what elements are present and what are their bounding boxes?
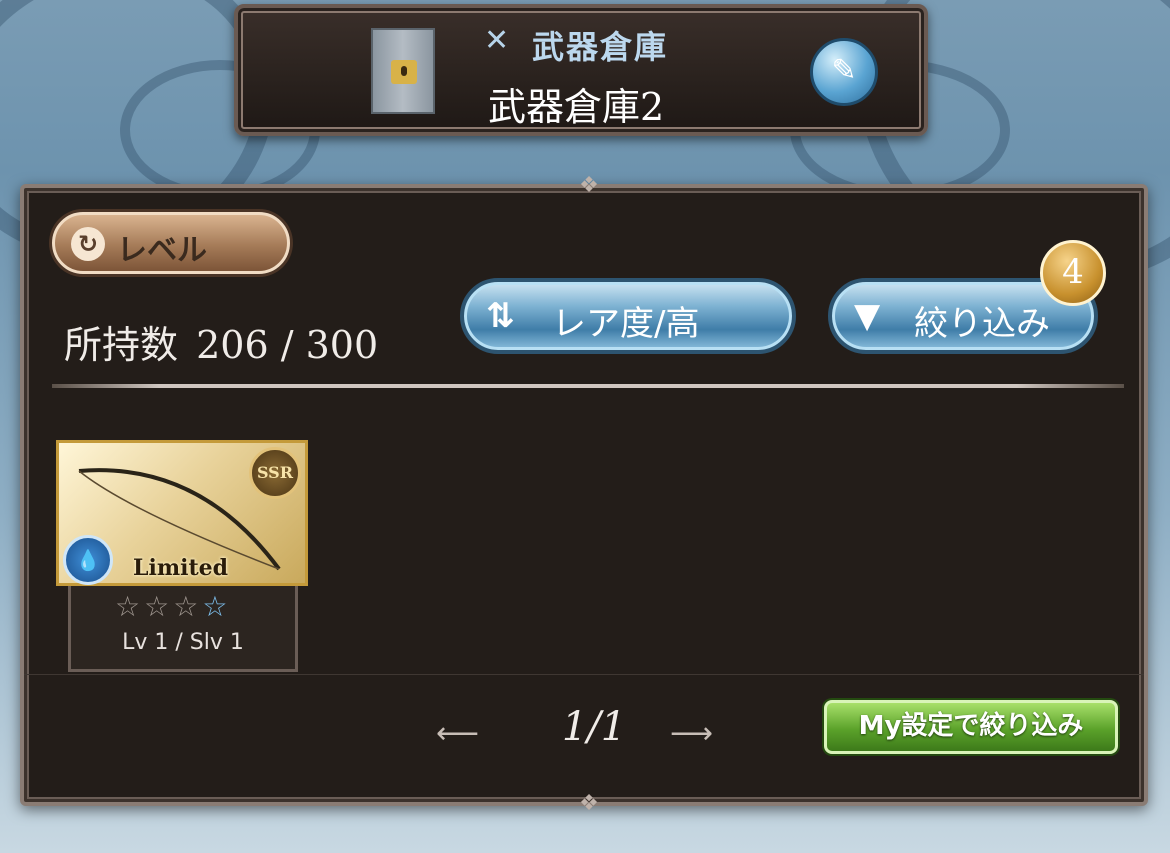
filter-button-label: 絞り込み [914,304,1050,344]
filter-count-badge: 4 [1040,240,1106,306]
ornament-top: ❖ [579,173,599,198]
weapon-list-panel: ❖ ↻ レベル 所持数 206 / 300 ⇅ レア度/高 ▼ 絞り込み 4 S… [20,175,1148,815]
divider [52,384,1124,388]
star-filled-icon: ☆ [202,590,232,623]
panel-separator [24,674,1144,675]
my-settings-filter-button[interactable]: My設定で絞り込み [824,700,1118,754]
sort-arrows-icon: ⇅ [486,296,515,336]
pencil-icon: ✎ [831,53,857,88]
owned-label: 所持数 [64,323,179,367]
water-element-icon: 💧 [63,535,113,585]
level-button-label: レベル [117,233,207,268]
rarity-badge: SSR [249,447,301,499]
header-subtitle: 武器倉庫 [532,28,669,66]
crossed-swords-icon: ✕ [484,23,510,58]
sort-button-label: レア度/高 [552,304,700,344]
star-rating: ☆☆☆☆ [115,590,231,623]
weapon-info: ☆☆☆☆ Lv 1 / Slv 1 [68,586,298,672]
weapon-card[interactable]: SSR 💧 Limited ☆☆☆☆ Lv 1 / Slv 1 [56,440,308,672]
sort-button[interactable]: ⇅ レア度/高 [460,278,796,354]
funnel-icon: ▼ [854,296,881,336]
star-empty-icon: ☆ [144,590,174,623]
level-sort-toggle-button[interactable]: ↻ レベル [52,212,290,274]
owned-value: 206 / 300 [196,323,379,367]
cycle-icon: ↻ [71,227,105,261]
weapon-art: SSR 💧 Limited [56,440,308,586]
page-indicator: 1/1 [561,704,627,750]
ornament-bottom: ❖ [579,791,599,816]
star-empty-icon: ☆ [173,590,203,623]
owned-count: 所持数 206 / 300 [58,314,378,369]
next-page-button[interactable]: ⟶ [670,716,713,751]
limited-tag: Limited [133,555,229,581]
edit-name-button[interactable]: ✎ [810,38,878,106]
warehouse-title: 武器倉庫2 [488,85,665,129]
warehouse-header: ✕ 武器倉庫 武器倉庫2 ✎ [234,4,928,136]
locker-icon [371,28,435,114]
prev-page-button[interactable]: ⟵ [436,716,479,751]
weapon-level: Lv 1 / Slv 1 [122,630,244,655]
star-empty-icon: ☆ [115,590,145,623]
